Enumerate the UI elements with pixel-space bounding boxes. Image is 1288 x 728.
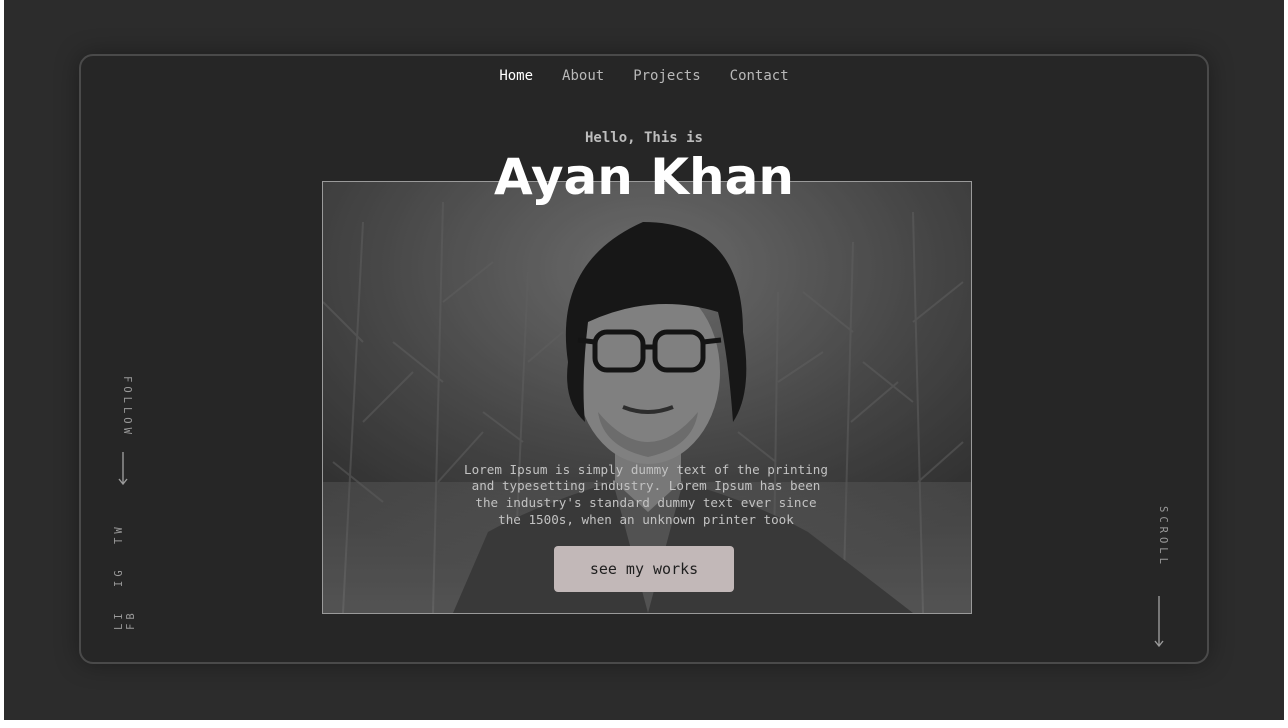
social-link-li[interactable]: LI — [113, 609, 125, 630]
social-link-fb[interactable]: FB — [125, 609, 137, 630]
main-nav: Home About Projects Contact — [81, 68, 1207, 84]
nav-about[interactable]: About — [562, 68, 604, 84]
hero-name: Ayan Khan — [494, 148, 794, 206]
page-viewport: Home About Projects Contact Hello, This … — [4, 0, 1284, 720]
hero-frame: Home About Projects Contact Hello, This … — [79, 54, 1209, 664]
nav-projects[interactable]: Projects — [633, 68, 700, 84]
nav-contact[interactable]: Contact — [730, 68, 789, 84]
social-links: LI IG TW FB — [113, 502, 137, 636]
nav-home[interactable]: Home — [499, 68, 533, 84]
see-my-works-button[interactable]: see my works — [554, 546, 734, 592]
hero-description: Lorem Ipsum is simply dummy text of the … — [464, 461, 828, 527]
follow-label: FOLLOW — [121, 376, 133, 438]
social-link-tw[interactable]: TW — [113, 523, 125, 544]
social-sidebar: FOLLOW LI IG TW FB — [113, 376, 137, 636]
social-link-ig[interactable]: IG — [113, 566, 125, 587]
scroll-label: SCROLL — [1157, 506, 1169, 568]
arrow-down-icon — [1154, 596, 1164, 648]
scroll-indicator[interactable]: SCROLL — [1149, 506, 1169, 652]
arrow-down-icon — [118, 452, 128, 486]
hero-greeting: Hello, This is — [584, 130, 703, 146]
